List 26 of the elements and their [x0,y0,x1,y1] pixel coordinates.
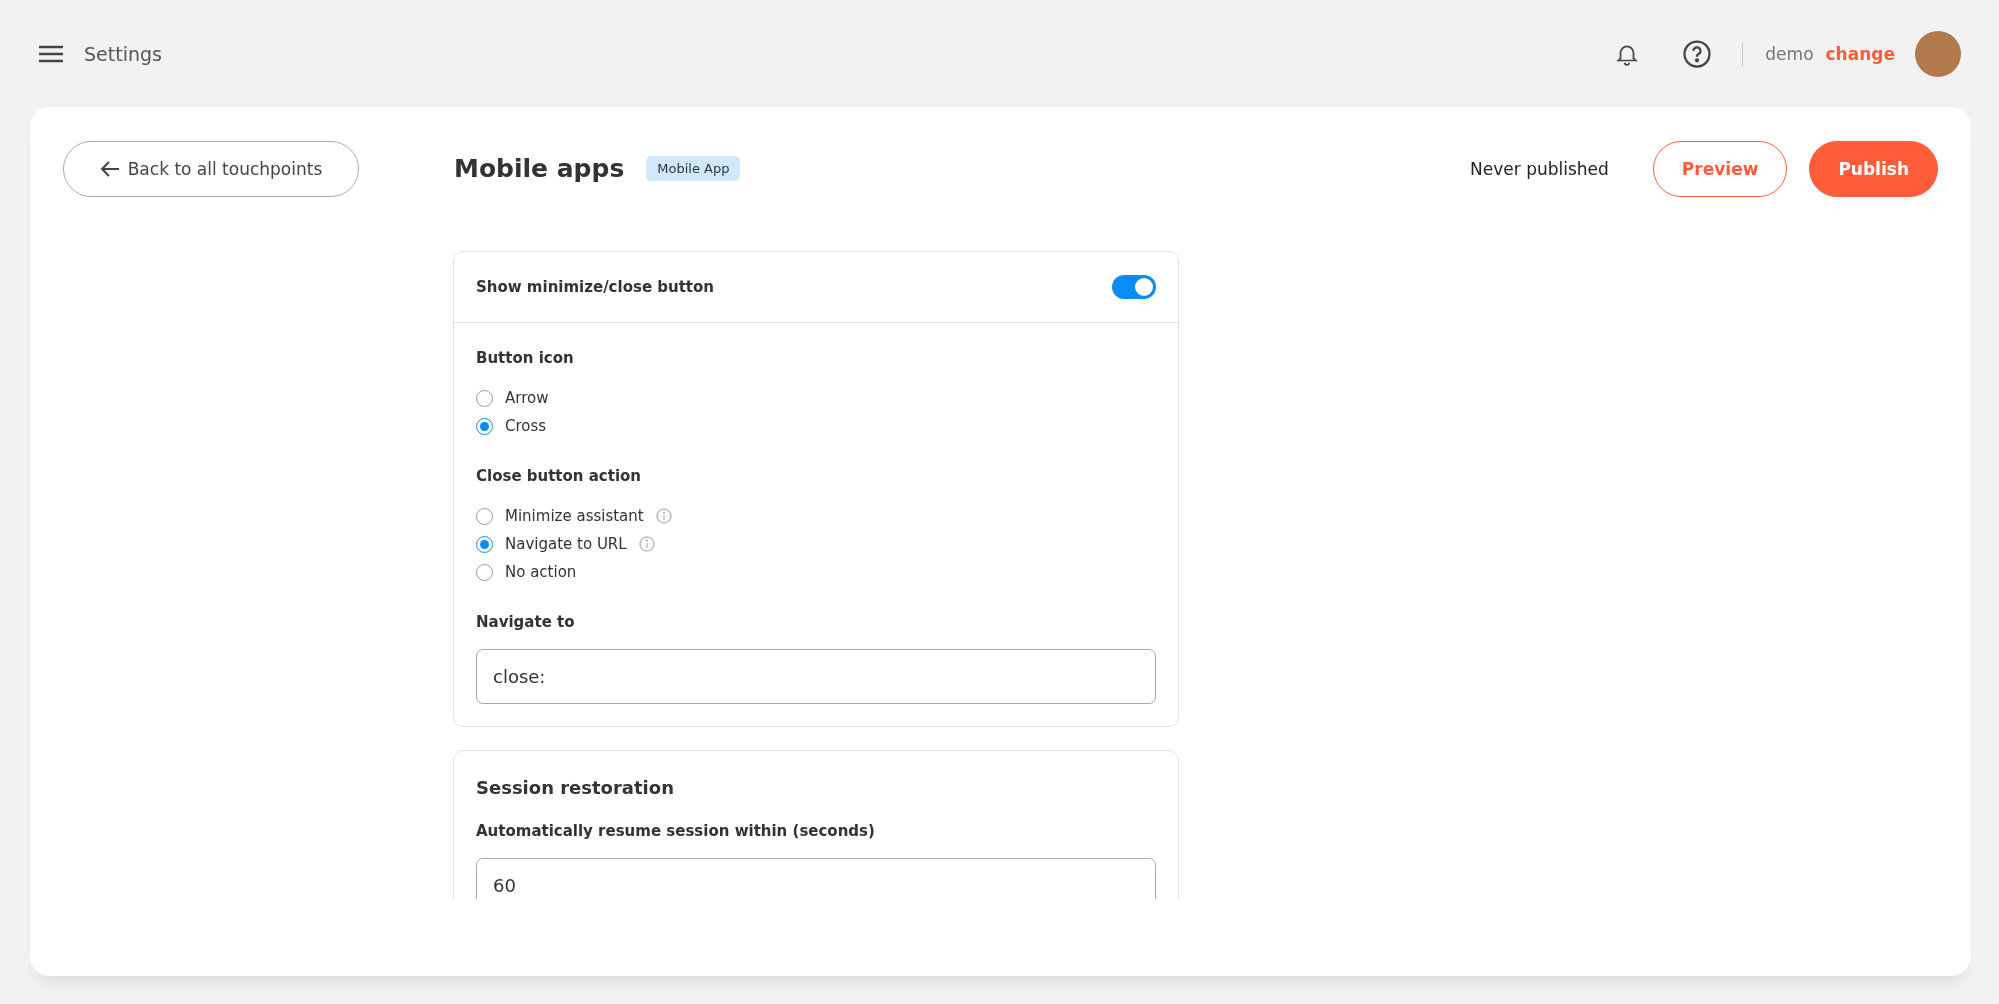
group-label: Close button action [476,467,643,485]
url-field[interactable]: close: [476,649,1156,704]
info-icon [655,508,672,524]
type-badge: Mobile App [646,156,741,181]
toggle-label: Show minimize/close button [476,278,714,296]
info-icon [638,536,655,552]
option-label: Cross [505,417,547,435]
option-label: Navigate to URL [505,535,627,553]
username: demo [1765,43,1814,64]
field-label: Navigate to [476,613,576,631]
menu-icon[interactable] [38,43,64,64]
back-arrow-icon [99,159,120,178]
heading: Mobile apps [454,154,625,183]
option-label: Arrow [505,389,549,407]
field-label: Automatically resume session within (seconds) [476,822,876,840]
back-button[interactable]: Back to all touchpoints [63,140,359,197]
section-title: Session restoration [476,777,675,798]
group-label: Button icon [476,349,575,367]
page-title: Settings [84,42,162,65]
help-icon[interactable] [1682,38,1713,69]
seconds-field[interactable]: 60 [476,858,1156,899]
publish-status: Never published [1470,158,1609,179]
avatar[interactable] [1915,30,1961,77]
toggle-switch[interactable] [1112,275,1156,299]
option-label: Minimize assistant [505,507,644,525]
option-label: No action [505,563,577,581]
